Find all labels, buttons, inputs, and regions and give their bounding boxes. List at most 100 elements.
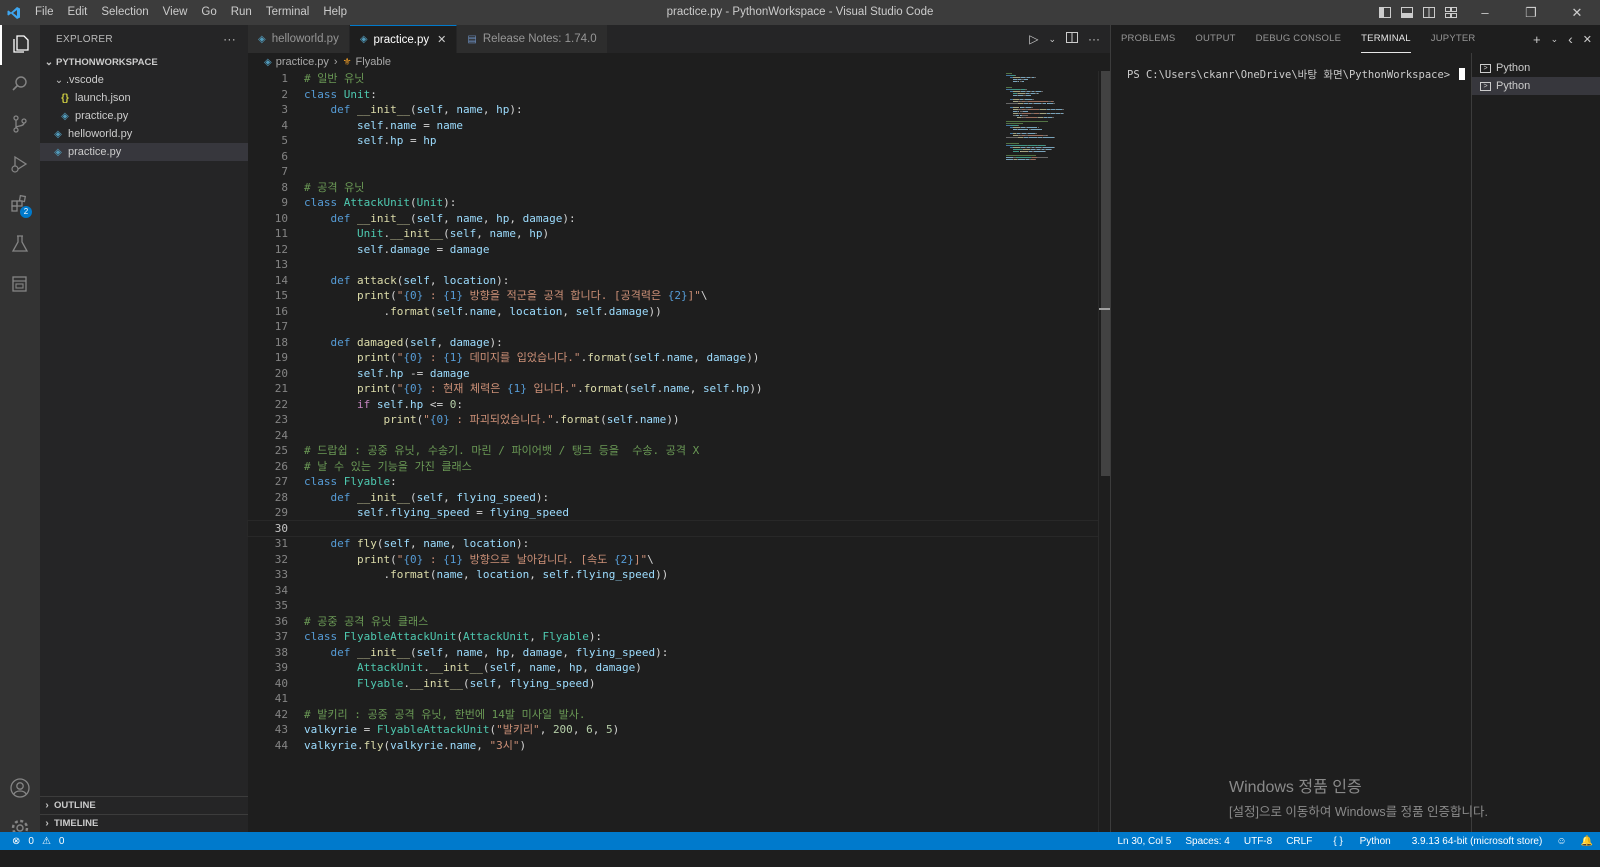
tree-file-practice[interactable]: ◈ practice.py [40,143,248,161]
source-control-activity[interactable] [0,105,40,145]
code-line[interactable]: 24 [248,428,1110,444]
language-mode[interactable]: { } Python [1319,836,1404,847]
code-line[interactable]: 40 Flyable.__init__(self, flying_speed) [248,676,1110,692]
cursor-position[interactable]: Ln 30, Col 5 [1110,836,1178,847]
terminal-instance[interactable]: > Python [1472,59,1600,77]
code-line[interactable]: 23 print("{0} : 파괴되었습니다.".format(self.na… [248,412,1110,428]
code-line[interactable]: 13 [248,257,1110,273]
code-line[interactable]: 9 class AttackUnit(Unit): [248,195,1110,211]
run-python-icon[interactable]: ▷ [1029,32,1038,46]
code-line[interactable]: 32 print("{0} : {1} 방향으로 날아갑니다. [속도 {2}]… [248,552,1110,568]
code-line[interactable]: 38 def __init__(self, name, hp, damage, … [248,645,1110,661]
breadcrumb-file[interactable]: practice.py [276,56,329,68]
tab-practice[interactable]: ◈ practice.py ✕ [349,25,458,53]
code-line[interactable]: 20 self.hp -= damage [248,366,1110,382]
tree-folder-vscode[interactable]: ⌄ .vscode [40,71,248,89]
close-window-icon[interactable]: ✕ [1554,0,1600,25]
toggle-sidebar-icon[interactable] [1374,0,1396,25]
code-line[interactable]: 27 class Flyable: [248,474,1110,490]
tree-file-practice-vscode[interactable]: ◈ practice.py [40,107,248,125]
close-panel-icon[interactable]: ✕ [1583,33,1592,46]
editor-scrollbar[interactable] [1098,71,1111,849]
code-line[interactable]: 16 .format(self.name, location, self.dam… [248,304,1110,320]
notifications-icon[interactable]: 🔔 [1574,836,1600,847]
explorer-activity[interactable] [0,25,40,65]
new-terminal-icon[interactable]: + [1533,32,1541,47]
problems-status[interactable]: ⊗ 0 ⚠ 0 [0,836,64,847]
chevron-down-icon[interactable]: ⌄ [1048,34,1056,45]
tab-jupyter[interactable]: JUPYTER [1431,25,1476,53]
close-icon[interactable]: ✕ [437,33,446,46]
code-line[interactable]: 7 [248,164,1110,180]
menu-go[interactable]: Go [194,0,223,25]
code-line[interactable]: 2 class Unit: [248,87,1110,103]
code-line[interactable]: 42 # 발키리 : 공중 공격 유닛, 한번에 14발 미사일 발사. [248,707,1110,723]
code-line[interactable]: 14 def attack(self, location): [248,273,1110,289]
accounts-activity[interactable] [0,769,40,809]
outline-section[interactable]: › OUTLINE [40,796,248,814]
python-interpreter[interactable]: 3.9.13 64-bit (microsoft store) [1405,836,1550,847]
explorer-more-icon[interactable]: ··· [223,32,236,46]
menu-view[interactable]: View [156,0,195,25]
encoding[interactable]: UTF-8 [1237,836,1279,847]
code-line[interactable]: 6 [248,149,1110,165]
tab-output[interactable]: OUTPUT [1195,25,1235,53]
code-line[interactable]: 30 [247,519,1111,537]
code-line[interactable]: 5 self.hp = hp [248,133,1110,149]
menu-edit[interactable]: Edit [61,0,95,25]
end-of-line[interactable]: CRLF [1279,836,1319,847]
code-line[interactable]: 44 valkyrie.fly(valkyrie.name, "3시") [248,738,1110,754]
code-line[interactable]: 3 def __init__(self, name, hp): [248,102,1110,118]
code-line[interactable]: 43 valkyrie = FlyableAttackUnit("발키리", 20… [248,722,1110,738]
toggle-panel-icon[interactable] [1396,0,1418,25]
terminal-output[interactable]: PS C:\Users\ckanr\OneDrive\바탕 화면\PythonW… [1127,67,1466,82]
code-line[interactable]: 29 self.flying_speed = flying_speed [248,505,1110,521]
code-line[interactable]: 26 # 날 수 있는 기능을 가진 클래스 [248,459,1110,475]
code-line[interactable]: 19 print("{0} : {1} 데미지를 입었습니다.".format(… [248,350,1110,366]
code-line[interactable]: 35 [248,598,1110,614]
tab-release-notes[interactable]: ▤ Release Notes: 1.74.0 [457,25,608,53]
menu-help[interactable]: Help [316,0,354,25]
workspace-root[interactable]: ⌄ PYTHONWORKSPACE [40,53,248,71]
minimap[interactable] [1006,71,1098,191]
code-line[interactable]: 28 def __init__(self, flying_speed): [248,490,1110,506]
code-editor[interactable]: 1 # 일반 유닛 2 class Unit: 3 def __init__(self,… [247,71,1111,849]
code-line[interactable]: 33 .format(name, location, self.flying_s… [248,567,1110,583]
remote-explorer-activity[interactable] [0,265,40,305]
minimize-icon[interactable]: – [1462,0,1508,25]
code-line[interactable]: 25 # 드랍쉽 : 공중 유닛, 수송기. 마린 / 파이어뱃 / 탱크 등을 … [248,443,1110,459]
code-line[interactable]: 18 def damaged(self, damage): [248,335,1110,351]
timeline-section[interactable]: › TIMELINE [40,814,248,832]
code-line[interactable]: 31 def fly(self, name, location): [248,536,1110,552]
code-line[interactable]: 41 [248,691,1110,707]
extensions-activity[interactable]: 2 [0,185,40,225]
code-line[interactable]: 8 # 공격 유닛 [248,180,1110,196]
code-line[interactable]: 1 # 일반 유닛 [248,71,1110,87]
tab-debug-console[interactable]: DEBUG CONSOLE [1256,25,1341,53]
code-line[interactable]: 39 AttackUnit.__init__(self, name, hp, d… [248,660,1110,676]
code-line[interactable]: 36 # 공중 공격 유닛 클래스 [248,614,1110,630]
customize-layout-icon[interactable] [1440,0,1462,25]
chevron-left-icon[interactable]: ‹ [1568,31,1573,47]
more-actions-icon[interactable]: ··· [1088,32,1100,46]
code-line[interactable]: 22 if self.hp <= 0: [248,397,1110,413]
tab-problems[interactable]: PROBLEMS [1121,25,1175,53]
menu-file[interactable]: File [28,0,61,25]
code-line[interactable]: 21 print("{0} : 현재 체력은 {1} 입니다.".format(… [248,381,1110,397]
toggle-secondary-sidebar-icon[interactable] [1418,0,1440,25]
tab-terminal[interactable]: TERMINAL [1361,25,1411,53]
terminal-instance[interactable]: > Python [1472,77,1600,95]
code-line[interactable]: 4 self.name = name [248,118,1110,134]
split-editor-icon[interactable] [1066,32,1078,46]
code-line[interactable]: 10 def __init__(self, name, hp, damage): [248,211,1110,227]
tab-helloworld[interactable]: ◈ helloworld.py [248,25,350,53]
code-line[interactable]: 17 [248,319,1110,335]
code-line[interactable]: 37 class FlyableAttackUnit(AttackUnit, Fl… [248,629,1110,645]
breadcrumb-symbol[interactable]: Flyable [356,56,391,68]
code-line[interactable]: 12 self.damage = damage [248,242,1110,258]
search-activity[interactable] [0,65,40,105]
menu-selection[interactable]: Selection [94,0,155,25]
feedback-icon[interactable]: ☺ [1549,836,1573,847]
indentation[interactable]: Spaces: 4 [1178,836,1236,847]
testing-activity[interactable] [0,225,40,265]
